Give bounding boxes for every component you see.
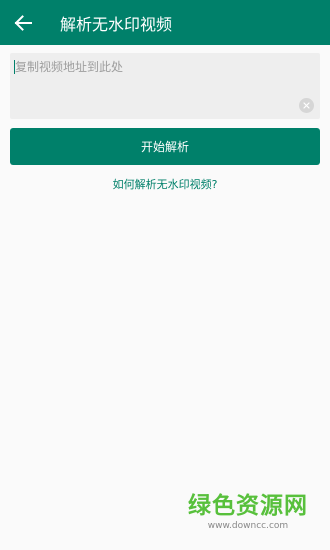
text-cursor bbox=[14, 60, 15, 74]
how-to-parse-link[interactable]: 如何解析无水印视频? bbox=[0, 176, 330, 192]
arrow-left-icon bbox=[14, 14, 32, 31]
watermark-url: www.downcc.com bbox=[207, 521, 289, 531]
close-icon bbox=[303, 102, 310, 109]
page-title: 解析无水印视频 bbox=[60, 14, 173, 34]
url-input-container bbox=[10, 53, 320, 119]
clear-input-button[interactable] bbox=[299, 98, 314, 113]
site-watermark: 绿色资源网 www.downcc.com bbox=[188, 493, 308, 532]
app-screen: 解析无水印视频 开始解析 如何解析无水印视频? 绿色资源网 www.downcc… bbox=[0, 0, 330, 550]
back-button[interactable] bbox=[0, 0, 46, 45]
app-bar: 解析无水印视频 bbox=[0, 0, 330, 45]
video-url-input[interactable] bbox=[10, 53, 320, 119]
start-parse-button[interactable]: 开始解析 bbox=[10, 128, 320, 165]
watermark-logo-text: 绿色资源网 bbox=[188, 493, 308, 519]
